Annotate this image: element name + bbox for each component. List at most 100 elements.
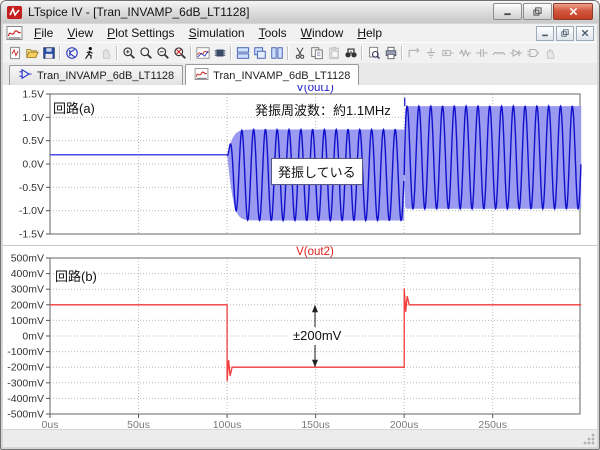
y-tick-label: 0.5V	[22, 135, 44, 147]
annotation-osc-frequency: 発振周波数：約1.1MHz	[255, 100, 391, 119]
diode-button	[507, 45, 524, 62]
cascade-button[interactable]	[251, 45, 268, 62]
tile-horizontal-button[interactable]	[234, 45, 251, 62]
annotation-oscillating-box: 発振している	[271, 158, 363, 185]
toolbar-separator	[287, 46, 289, 60]
y-tick-label: -0.5V	[19, 182, 44, 194]
menu-view[interactable]: View	[60, 25, 100, 41]
print-preview-button[interactable]	[365, 45, 382, 62]
annotation-plus-minus-200mv: ±200mV	[290, 328, 344, 343]
toolbar-separator	[361, 46, 363, 60]
open-button[interactable]	[23, 45, 40, 62]
y-tick-label: -100mV	[7, 346, 44, 358]
wire-button	[405, 45, 422, 62]
y-tick-label: 1.5V	[22, 89, 44, 101]
window-controls	[493, 3, 593, 20]
ltspice-window: LTspice IV - [Tran_INVAMP_6dB_LT1128] Fi…	[0, 0, 600, 450]
run-button[interactable]	[80, 45, 97, 62]
x-tick-label: 200us	[390, 419, 419, 429]
y-tick-label: 300mV	[11, 284, 44, 296]
y-tick-label: -1.0V	[19, 205, 44, 217]
tab-label: Tran_INVAMP_6dB_LT1128	[37, 70, 174, 82]
toolbar-separator	[59, 46, 61, 60]
cut-button[interactable]	[291, 45, 308, 62]
waveform-plot-svg: 1.5V1.0V0.5V0.0V-0.5V-1.0V-1.5VV(out1)50…	[3, 85, 597, 429]
print-button[interactable]	[382, 45, 399, 62]
menu-help[interactable]: Help	[350, 25, 389, 41]
y-tick-label: 400mV	[11, 268, 44, 280]
tab-waveform[interactable]: Tran_INVAMP_6dB_LT1128	[185, 64, 359, 86]
netlist-button[interactable]	[211, 45, 228, 62]
measure-arrowhead-up	[312, 305, 318, 313]
close-button[interactable]	[553, 3, 593, 20]
menu-simulation[interactable]: Simulation	[182, 25, 252, 41]
copy-button[interactable]	[308, 45, 325, 62]
document-close-button[interactable]	[576, 26, 594, 41]
capacitor-button	[473, 45, 490, 62]
menu-tools[interactable]: Tools	[252, 25, 294, 41]
waveform-viewer[interactable]: 1.5V1.0V0.5V0.0V-0.5V-1.0V-1.5VV(out1)50…	[3, 85, 597, 429]
toolbar-separator	[116, 46, 118, 60]
window-title: LTspice IV - [Tran_INVAMP_6dB_LT1128]	[28, 5, 249, 19]
document-minimize-button[interactable]	[536, 26, 554, 41]
menu-file[interactable]: File	[27, 25, 60, 41]
ltspice-logo-icon	[7, 6, 22, 19]
ground-button	[422, 45, 439, 62]
save-button[interactable]	[40, 45, 57, 62]
menu-window[interactable]: Window	[294, 25, 351, 41]
trace-label[interactable]: V(out1)	[296, 85, 334, 94]
resize-grip[interactable]	[582, 432, 595, 445]
y-tick-label: -400mV	[7, 393, 44, 405]
tab-label: Tran_INVAMP_6dB_LT1128	[213, 70, 350, 82]
measure-arrowhead-down	[312, 360, 318, 368]
zoom-in-button[interactable]	[120, 45, 137, 62]
mdi-window-controls	[536, 26, 594, 41]
paste-button	[325, 45, 342, 62]
toolbar-separator	[230, 46, 232, 60]
menu-bar: FileViewPlot SettingsSimulationToolsWind…	[3, 24, 597, 42]
x-tick-label: 100us	[213, 419, 242, 429]
zoom-area-button[interactable]	[137, 45, 154, 62]
title-bar[interactable]: LTspice IV - [Tran_INVAMP_6dB_LT1128]	[1, 1, 599, 23]
tile-vertical-button[interactable]	[268, 45, 285, 62]
y-tick-label: -200mV	[7, 362, 44, 374]
minimize-button[interactable]	[493, 3, 522, 20]
zoom-out-button[interactable]	[154, 45, 171, 62]
toolbar-separator	[401, 46, 403, 60]
zoom-fit-button[interactable]	[171, 45, 188, 62]
component-button[interactable]	[63, 45, 80, 62]
tab-bar: Tran_INVAMP_6dB_LT1128 Tran_INVAMP_6dB_L…	[3, 63, 597, 86]
document-icon	[6, 26, 23, 40]
new-schematic-button[interactable]	[6, 45, 23, 62]
gate-button	[524, 45, 541, 62]
y-tick-label: -500mV	[7, 409, 44, 421]
waveform-icon	[194, 68, 209, 83]
restore-button[interactable]	[523, 3, 552, 20]
x-tick-label: 250us	[478, 419, 507, 429]
find-button[interactable]	[342, 45, 359, 62]
waveform-pane-button[interactable]	[194, 45, 211, 62]
y-tick-label: -1.5V	[19, 229, 44, 241]
tab-schematic[interactable]: Tran_INVAMP_6dB_LT1128	[9, 65, 183, 85]
trace-label[interactable]: V(out2)	[296, 246, 334, 258]
x-tick-label: 0us	[42, 419, 59, 429]
annotation-circuit-a: 回路(a)	[53, 98, 95, 117]
resistor-button	[456, 45, 473, 62]
move-hand-button	[541, 45, 558, 62]
halt-button	[97, 45, 114, 62]
document-restore-button[interactable]	[556, 26, 574, 41]
toolbar-items	[6, 45, 558, 62]
toolbar-separator	[190, 46, 192, 60]
inductor-button	[490, 45, 507, 62]
menu-plot-settings[interactable]: Plot Settings	[100, 25, 181, 41]
y-tick-label: 1.0V	[22, 112, 44, 124]
window-bottom-frame	[3, 430, 597, 447]
y-tick-label: 100mV	[11, 315, 44, 327]
y-tick-label: 0.0V	[22, 159, 44, 171]
x-tick-label: 150us	[301, 419, 330, 429]
y-tick-label: 200mV	[11, 299, 44, 311]
toolbar	[3, 42, 597, 64]
label-button	[439, 45, 456, 62]
schematic-icon	[18, 68, 33, 83]
annotation-circuit-b: 回路(b)	[55, 266, 97, 285]
